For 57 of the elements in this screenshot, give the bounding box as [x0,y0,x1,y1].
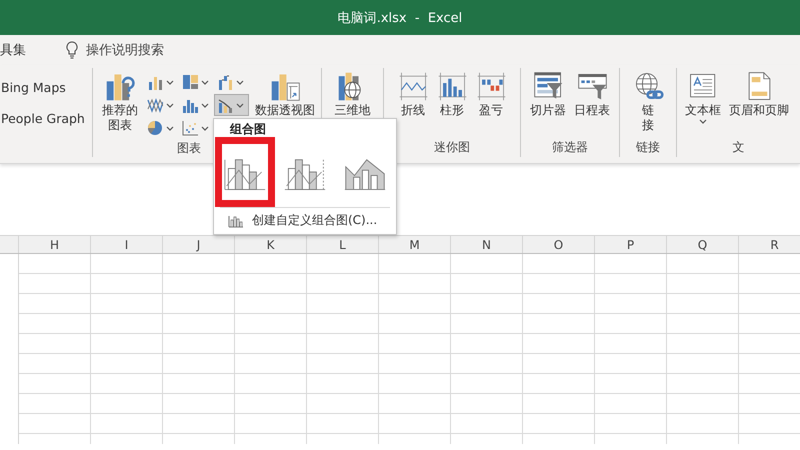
win-loss-icon [476,71,506,102]
ribbon-button[interactable]: 切片器 [526,69,570,120]
caret-icon [236,102,244,108]
column-header[interactable]: N [450,236,522,253]
ribbon-button[interactable]: 盈亏 [472,69,510,120]
lightbulb-icon [66,41,78,59]
menu-item[interactable]: 创建自定义组合图(C)... [214,208,396,230]
add-in-item[interactable]: Bing Maps [1,80,85,95]
group-label: 文 [732,139,746,156]
caret-icon [166,102,174,108]
column-header[interactable]: I [90,236,162,253]
chart-option[interactable] [215,137,275,207]
treemap-chart-icon [182,74,198,90]
combo-chart-icon [217,97,233,113]
menu-header: 组合图 [228,121,267,137]
caret-icon [201,102,209,108]
column-header[interactable]: L [306,236,378,253]
ribbon-button[interactable]: 文本框 [681,69,725,126]
column-header[interactable]: K [234,236,306,253]
caret-icon [166,126,174,130]
window-title: 电脑词.xlsx - Excel [338,10,462,26]
caret-icon [236,80,244,84]
column-header[interactable]: P [594,236,666,253]
column-header[interactable]: Q [666,236,738,253]
ribbon-button[interactable]: 柱形 [432,69,472,120]
bar-chart-icon [147,74,163,90]
pie-chart-icon [147,120,163,136]
add-in-item[interactable]: People Graph [1,111,85,126]
line-chart-icon [147,97,163,113]
ribbon-button[interactable]: 折线 [394,69,432,120]
tell-me-search[interactable]: 操作说明搜索 [62,41,168,59]
group-label: 链接 [635,139,661,156]
combo-chart-icon [228,214,244,228]
chart-type-button[interactable] [214,94,249,116]
ribbon-button[interactable]: 链接 [628,69,668,135]
ribbon-button[interactable]: 日程表 [570,69,614,120]
scatter-chart-icon [182,120,198,136]
group-label: 筛选器 [551,139,589,156]
group-label: 图表 [176,140,202,157]
sparkline-icon [398,71,428,102]
caret-icon [201,126,209,130]
waterfall-chart-icon [217,74,233,90]
ribbon-tab[interactable]: 具集 [0,41,62,59]
caret-icon [201,80,209,84]
column-header[interactable]: J [162,236,234,253]
timeline-icon [576,71,608,102]
column-header[interactable]: H [18,236,90,253]
column-header[interactable]: M [378,236,450,253]
histogram-chart-icon [182,97,198,113]
column-header[interactable]: R [738,236,800,253]
ribbon-button[interactable]: 推荐的图表 [98,69,142,135]
ribbon-button[interactable]: 页眉和页脚 [725,69,793,120]
ribbon-button[interactable]: 数据透视图 [251,69,319,120]
caret-icon [166,80,174,84]
group-label: 迷你图 [433,139,471,156]
column-sparkline-icon [436,71,468,102]
column-header[interactable]: O [522,236,594,253]
